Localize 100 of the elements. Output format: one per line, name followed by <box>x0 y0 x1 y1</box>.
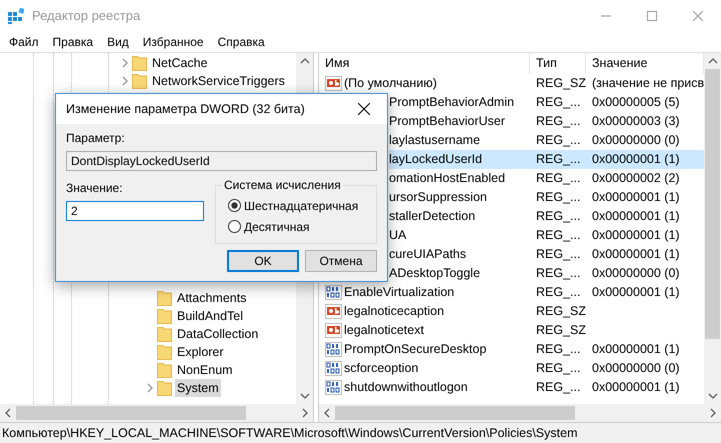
table-cell: 0x00000002 (2) <box>592 171 680 186</box>
cancel-button[interactable]: Отмена <box>305 250 377 272</box>
selected-row[interactable]: layLockedUserId REG_... 0x00000001 (1) <box>389 150 704 169</box>
scroll-up-icon[interactable] <box>708 57 718 65</box>
table-cell: REG_... <box>536 228 580 242</box>
folder-icon <box>157 308 172 324</box>
table-cell: 0x00000000 (0) <box>592 266 680 280</box>
string-value-icon <box>325 323 342 338</box>
folder-icon <box>157 380 172 396</box>
maximize-icon <box>647 11 657 21</box>
string-value-icon <box>325 304 342 319</box>
table-cell: (значение не присв <box>592 76 704 90</box>
table-cell: REG_... <box>536 95 580 110</box>
table-cell: REG_... <box>536 342 580 356</box>
menu-item[interactable]: Правка <box>46 33 100 51</box>
table-cell: 0x00000003 (3) <box>592 114 680 128</box>
value-name[interactable]: (По умолчанию) <box>344 74 437 93</box>
table-cell: REG_... <box>536 266 580 280</box>
tree-item[interactable]: NetworkServiceTriggers <box>150 72 287 90</box>
table-cell: REG_... <box>536 133 580 148</box>
value-name[interactable]: stallerDetection <box>389 207 476 226</box>
value-name[interactable]: laylastusername <box>389 131 480 150</box>
scroll-left-icon[interactable] <box>323 408 331 418</box>
table-cell: 0x00000001 (1) <box>592 247 680 262</box>
table-cell: 0x00000001 (1) <box>592 152 680 166</box>
table-cell: 0x00000005 (5) <box>592 95 680 110</box>
close-icon <box>693 11 703 21</box>
scrollbar[interactable] <box>0 404 313 422</box>
radio-option[interactable]: Шестнадцатеричная <box>228 195 358 216</box>
scroll-down-icon[interactable] <box>300 392 310 400</box>
table-cell: 0x00000000 (0) <box>592 361 680 376</box>
menu-item[interactable]: Файл <box>2 33 46 51</box>
value-name[interactable]: ursorSuppression <box>389 188 487 207</box>
table-cell: REG_... <box>536 209 580 224</box>
table-cell: 0x00000001 (1) <box>592 228 680 242</box>
binary-value-icon <box>325 285 342 300</box>
table-cell: REG_... <box>536 361 580 376</box>
scroll-right-icon[interactable] <box>301 408 309 418</box>
value-name[interactable]: omationHostEnabled <box>389 169 506 188</box>
table-cell: 0x00000001 (1) <box>592 342 680 356</box>
value-name[interactable]: cureUIAPaths <box>389 245 466 264</box>
app-icon <box>8 8 24 24</box>
value-name[interactable]: UA <box>389 226 406 245</box>
scroll-down-icon[interactable] <box>708 392 718 400</box>
tree-item[interactable]: NonEnum <box>175 360 235 380</box>
tree-item[interactable]: DataCollection <box>175 324 260 344</box>
table-cell: REG_... <box>536 285 580 300</box>
string-value-icon <box>325 76 342 91</box>
binary-value-icon <box>325 361 342 376</box>
value-name[interactable]: legalnoticecaption <box>344 302 444 321</box>
field-label: Параметр: <box>66 130 126 147</box>
table-cell: REG_SZ <box>536 323 586 338</box>
value-name[interactable]: ADesktopToggle <box>389 264 480 283</box>
binary-value-icon <box>325 380 342 395</box>
scroll-right-icon[interactable] <box>709 408 717 418</box>
tree-item[interactable]: BuildAndTel <box>175 306 246 326</box>
menu-item[interactable]: Избранное <box>136 33 211 51</box>
table-cell: REG_... <box>536 171 580 186</box>
table-cell: REG_... <box>536 380 580 394</box>
window-title: Редактор реестра <box>32 7 142 26</box>
table-cell: REG_... <box>536 190 580 204</box>
tree-item[interactable]: Explorer <box>175 342 226 362</box>
scrollbar[interactable] <box>319 404 721 422</box>
value-field[interactable]: 2 <box>66 201 204 221</box>
value-name[interactable]: layLockedUserId <box>389 150 482 169</box>
field-label: Значение: <box>66 180 124 197</box>
menu-item[interactable]: Вид <box>100 33 136 51</box>
folder-icon <box>157 362 172 378</box>
scroll-left-icon[interactable] <box>4 408 12 418</box>
table-cell: REG_... <box>536 114 580 128</box>
name-field[interactable]: DontDisplayLockedUserId <box>66 151 377 171</box>
radio-option[interactable]: Десятичная <box>228 216 310 237</box>
value-name[interactable]: scforceoption <box>344 359 418 378</box>
tree-item[interactable]: System <box>175 378 221 398</box>
table-cell: REG_SZ <box>536 304 586 318</box>
scroll-up-icon[interactable] <box>300 57 310 65</box>
column-header[interactable]: Имя <box>319 53 530 74</box>
value-name[interactable]: PromptBehaviorAdmin <box>389 93 514 112</box>
column-header[interactable]: Тип <box>530 53 586 74</box>
close-icon <box>358 103 370 115</box>
scrollbar[interactable] <box>704 53 721 404</box>
table-cell: 0x00000001 (1) <box>592 380 680 394</box>
binary-value-icon <box>325 342 342 357</box>
value-name[interactable]: shutdownwithoutlogon <box>344 378 468 397</box>
menu-item[interactable]: Справка <box>210 33 272 51</box>
table-cell: REG_... <box>536 247 580 262</box>
folder-icon <box>132 55 147 71</box>
value-name[interactable]: EnableVirtualization <box>344 283 454 302</box>
folder-icon <box>157 344 172 360</box>
table-cell: 0x00000001 (1) <box>592 285 680 300</box>
tree-item[interactable]: NetCache <box>150 54 210 72</box>
value-name[interactable]: PromptBehaviorUser <box>389 112 506 131</box>
value-name[interactable]: PromptOnSecureDesktop <box>344 340 486 359</box>
group-label: Система исчисления <box>223 179 342 191</box>
ok-button[interactable]: OK <box>227 250 299 272</box>
table-cell: 0x00000001 (1) <box>592 209 680 224</box>
value-name[interactable]: legalnoticetext <box>344 321 424 340</box>
table-cell: REG_SZ <box>536 76 586 90</box>
status-bar: Компьютер\HKEY_LOCAL_MACHINE\SOFTWARE\Microsoft\Windows\CurrentVersion\Policies\System <box>0 422 721 443</box>
tree-item[interactable]: Attachments <box>175 288 248 308</box>
